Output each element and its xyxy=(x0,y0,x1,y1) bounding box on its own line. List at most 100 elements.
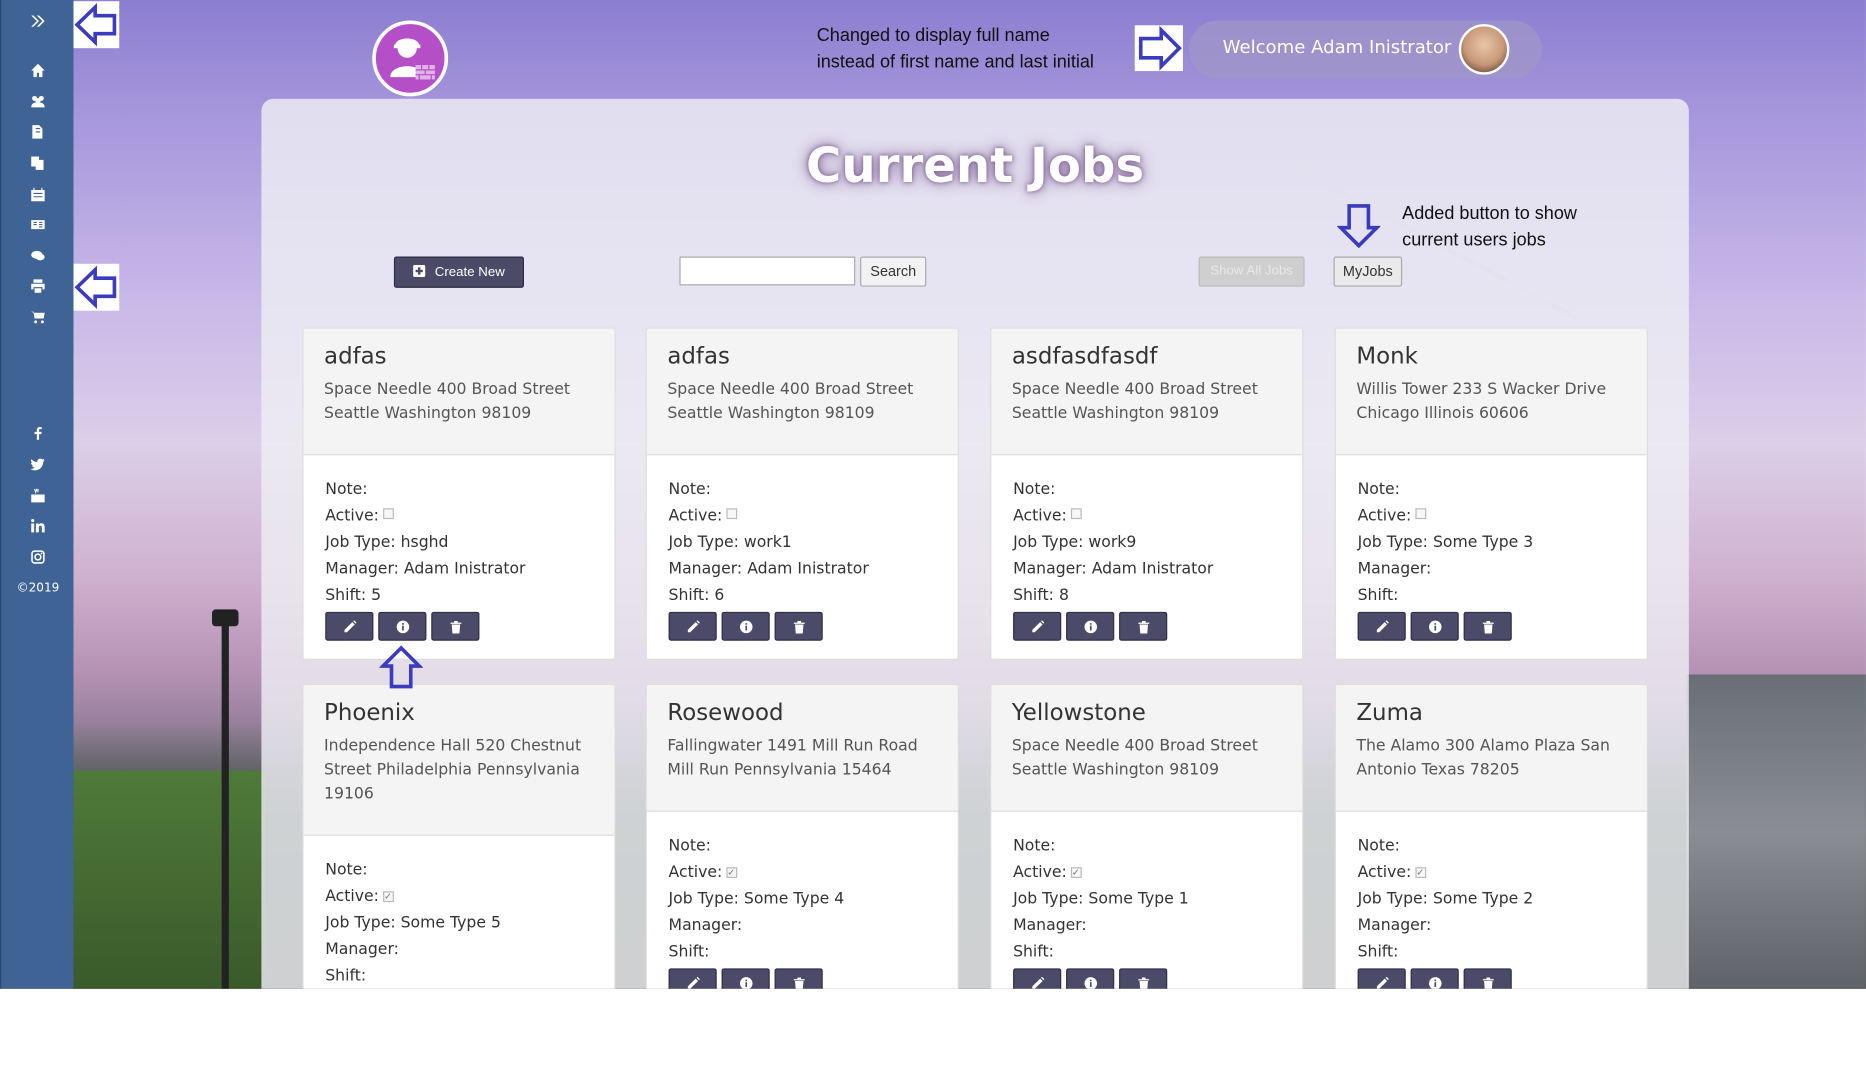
edit-button[interactable] xyxy=(668,611,717,641)
shift-label: Shift: xyxy=(668,943,710,962)
linkedin-icon[interactable] xyxy=(1,518,74,537)
active-checkbox[interactable]: ✓ xyxy=(382,891,394,903)
app-logo[interactable] xyxy=(372,20,449,97)
pencil-icon xyxy=(1376,976,1389,989)
edit-button[interactable] xyxy=(1357,968,1406,989)
trash-icon xyxy=(1482,977,1494,989)
delete-button[interactable] xyxy=(431,611,480,641)
delete-button[interactable] xyxy=(1119,611,1168,641)
active-checkbox[interactable]: ✓ xyxy=(725,867,737,879)
job-name[interactable]: Zuma xyxy=(1356,697,1626,728)
active-checkbox[interactable] xyxy=(382,508,394,520)
facebook-icon[interactable] xyxy=(1,425,74,444)
active-checkbox[interactable] xyxy=(1414,508,1426,520)
job-card-body: Note: Active: ✓ Job Type: Some Type 4 Manag… xyxy=(647,812,958,989)
job-type: Some Type 3 xyxy=(1432,533,1534,552)
delete-button[interactable] xyxy=(1463,968,1512,989)
details-button[interactable] xyxy=(721,611,770,641)
my-jobs-button[interactable]: MyJobs xyxy=(1333,256,1403,287)
cart-icon[interactable] xyxy=(1,310,74,329)
job-address: Fallingwater 1491 Mill Run Road Mill Run… xyxy=(667,737,918,780)
twitter-icon[interactable] xyxy=(1,456,74,475)
print-icon[interactable] xyxy=(1,278,74,297)
details-button[interactable] xyxy=(1410,611,1459,641)
edit-button[interactable] xyxy=(1013,611,1062,641)
details-button[interactable] xyxy=(1066,968,1115,989)
double-chevron-right-icon[interactable] xyxy=(1,13,74,32)
note-label: Note: xyxy=(1013,480,1056,499)
details-button[interactable] xyxy=(721,968,770,989)
create-new-button[interactable]: Create New xyxy=(393,256,525,288)
job-note-row: Note: xyxy=(1358,477,1625,503)
info-icon xyxy=(1084,620,1098,634)
details-button[interactable] xyxy=(1066,611,1115,641)
job-name[interactable]: Phoenix xyxy=(324,697,594,728)
job-card: asdfasdfasdf Space Needle 400 Broad Stree… xyxy=(990,327,1304,661)
annotation-header-note: Changed to display full name instead of … xyxy=(816,25,1094,73)
job-name[interactable]: adfas xyxy=(667,341,937,372)
details-button[interactable] xyxy=(1410,968,1459,989)
youtube-icon[interactable] xyxy=(1,488,74,507)
active-checkbox[interactable]: ✓ xyxy=(1070,867,1082,879)
job-note-row: Note: xyxy=(669,477,936,503)
users-icon[interactable] xyxy=(1,94,74,113)
job-active-row: Active: ✓ xyxy=(1013,860,1280,886)
job-name[interactable]: Yellowstone xyxy=(1012,697,1282,728)
job-shift-row: Shift: xyxy=(669,939,936,965)
active-checkbox[interactable] xyxy=(1070,508,1082,520)
edit-button[interactable] xyxy=(1357,611,1406,641)
job-manager-row: Manager: xyxy=(325,937,592,963)
show-all-jobs-button[interactable]: Show All Jobs xyxy=(1198,256,1305,287)
calendar-icon[interactable] xyxy=(1,187,74,206)
edit-button[interactable] xyxy=(1013,968,1062,989)
shift-label: Shift: xyxy=(1357,943,1399,962)
manager-label: Manager: xyxy=(1357,560,1432,579)
files-icon[interactable] xyxy=(1,124,74,143)
active-checkbox[interactable] xyxy=(725,508,737,520)
job-name[interactable]: adfas xyxy=(324,341,594,372)
job-manager-row: Manager: xyxy=(1013,913,1280,939)
job-name[interactable]: Rosewood xyxy=(667,697,937,728)
job-name[interactable]: Monk xyxy=(1356,341,1626,372)
details-button[interactable] xyxy=(378,611,427,641)
instagram-icon[interactable] xyxy=(1,549,74,568)
job-shift: 6 xyxy=(714,586,725,605)
job-active-row: Active: xyxy=(669,503,936,529)
delete-button[interactable] xyxy=(774,968,823,989)
job-shift: 5 xyxy=(371,586,382,605)
search-input[interactable] xyxy=(679,256,856,286)
job-actions xyxy=(1357,611,1625,643)
info-icon xyxy=(396,620,410,634)
job-address: The Alamo 300 Alamo Plaza San Antonio Te… xyxy=(1356,737,1610,780)
job-actions xyxy=(668,968,936,989)
job-actions xyxy=(1013,968,1280,989)
avatar[interactable] xyxy=(1458,24,1510,75)
job-card: Zuma The Alamo 300 Alamo Plaza San Antoni… xyxy=(1334,684,1648,989)
job-active-row: Active: xyxy=(1358,503,1625,529)
pencil-icon xyxy=(344,620,357,633)
info-icon xyxy=(1429,977,1442,989)
edit-button[interactable] xyxy=(668,968,717,989)
delete-button[interactable] xyxy=(1119,968,1168,989)
delete-button[interactable] xyxy=(774,611,823,641)
job-card-header: asdfasdfasdf Space Needle 400 Broad Stree… xyxy=(991,328,1303,456)
id-card-icon[interactable] xyxy=(1,217,74,236)
comments-icon[interactable] xyxy=(1,248,74,267)
job-name[interactable]: asdfasdfasdf xyxy=(1012,341,1282,372)
active-checkbox[interactable]: ✓ xyxy=(1414,867,1426,879)
job-type: work9 xyxy=(1088,533,1137,552)
job-type-label: Job Type: xyxy=(668,533,739,552)
manager-label: Manager: xyxy=(668,560,743,579)
app-screen: ©2019 Changed to display full name inste… xyxy=(0,0,1866,989)
edit-button[interactable] xyxy=(325,611,374,641)
delete-button[interactable] xyxy=(1463,611,1512,641)
copy-icon[interactable] xyxy=(1,155,74,174)
job-card-body: Note: Active: ✓ Job Type: Some Type 5 Manag… xyxy=(304,836,615,989)
home-icon[interactable] xyxy=(1,63,74,82)
job-actions xyxy=(325,611,592,643)
search-button[interactable]: Search xyxy=(860,256,927,287)
welcome-user-pill[interactable]: Welcome Adam Inistrator xyxy=(1188,20,1542,79)
jobs-panel: Current Jobs Create New Search Show All … xyxy=(261,98,1689,989)
annotation-arrow-left-icon xyxy=(73,263,120,311)
job-card-body: Note: Active: Job Type: hsghd Manager: Ada… xyxy=(304,455,615,643)
